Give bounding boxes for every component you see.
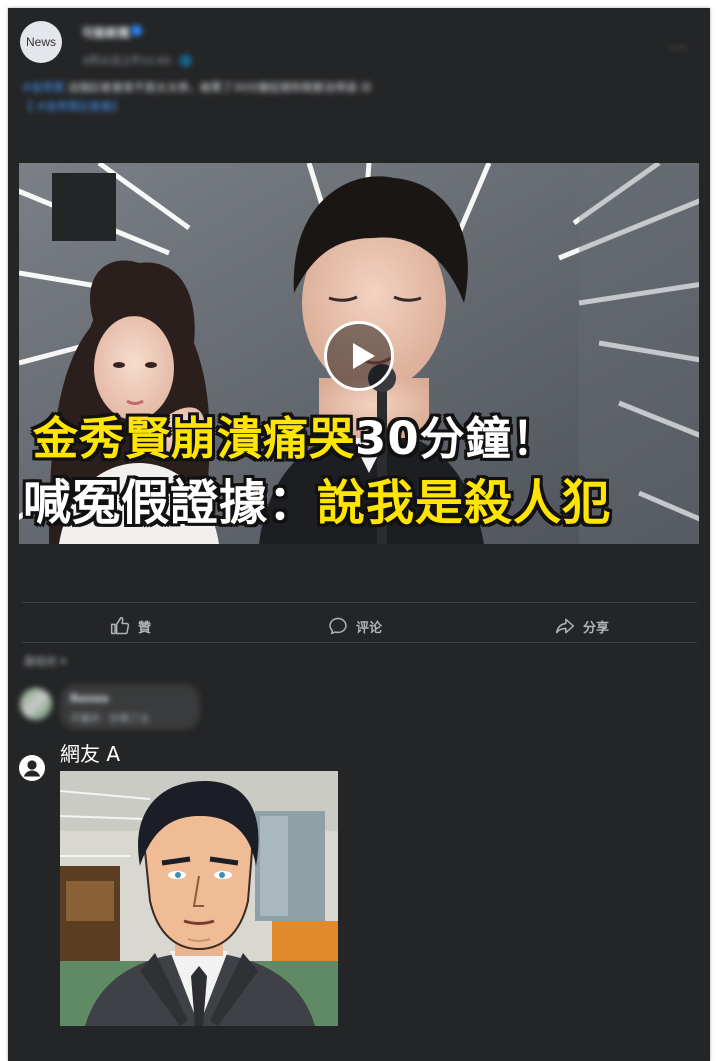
- avatar-label: News: [25, 35, 56, 49]
- headline-line-2: 喊冤假證據：說我是殺人犯: [23, 473, 611, 533]
- comment-sort-dropdown[interactable]: 最相关 ▾: [24, 653, 66, 669]
- facebook-post: News 可能新聞 3月31日上午11:43 · 🌐 ··· #金秀賢 這個記者…: [8, 8, 710, 1061]
- comment-text: 不屬你 · 好像了太: [70, 714, 150, 725]
- caption-hashtag[interactable]: #金秀賢: [22, 81, 64, 94]
- play-icon[interactable]: [324, 321, 394, 391]
- share-button[interactable]: 分享: [555, 614, 609, 638]
- comment-label: 评论: [356, 620, 383, 636]
- caption-text: 這個記者會是不是太太慘，被罵了30分鐘從頭到尾都沒停過 😢: [64, 81, 372, 94]
- comment-button[interactable]: 评论: [328, 614, 382, 638]
- comment-bubble-icon: [329, 617, 347, 635]
- like-button[interactable]: 贊: [110, 614, 151, 638]
- headline-yellow-2: 說我是殺人犯: [317, 475, 612, 531]
- share-arrow-icon: [555, 618, 575, 634]
- cartoon-man-image: [60, 771, 338, 1026]
- divider-bottom: [22, 642, 697, 643]
- headline-yellow-1: 金秀賢崩潰痛哭: [33, 412, 356, 465]
- share-label: 分享: [583, 620, 610, 636]
- commenter-name-a[interactable]: 網友 A: [60, 738, 120, 767]
- headline-white-2: 喊冤假證據：: [23, 475, 318, 531]
- divider-top: [22, 602, 697, 603]
- page-name[interactable]: 可能新聞: [82, 24, 130, 41]
- post-caption: #金秀賢 這個記者會是不是太太慘，被罵了30分鐘從頭到尾都沒停過 😢 【 #金秀…: [22, 78, 582, 116]
- commenter-name[interactable]: Renee: [70, 692, 109, 705]
- comment-bubble: Renee 不屬你 · 好像了太: [60, 684, 200, 730]
- user-avatar-icon[interactable]: [19, 755, 45, 781]
- commenter-avatar[interactable]: [20, 688, 52, 720]
- caption-link[interactable]: 【 #金秀賢記者會】: [22, 100, 123, 113]
- verified-badge-icon: [131, 25, 142, 36]
- headline-line-1: 金秀賢崩潰痛哭30分鐘！: [33, 411, 558, 467]
- post-timestamp[interactable]: 3月31日上午11:43 · 🌐: [82, 52, 192, 67]
- more-options-icon[interactable]: ···: [670, 38, 688, 57]
- page-avatar[interactable]: News: [20, 21, 62, 63]
- redaction-box: [52, 173, 116, 241]
- comment-image[interactable]: [60, 771, 338, 1026]
- video-thumbnail[interactable]: 金秀賢崩潰痛哭30分鐘！ 喊冤假證據：說我是殺人犯: [19, 163, 699, 544]
- thumbs-up-icon: [110, 616, 130, 635]
- like-label: 贊: [138, 620, 152, 636]
- headline-white-1: 30分鐘！: [355, 412, 558, 465]
